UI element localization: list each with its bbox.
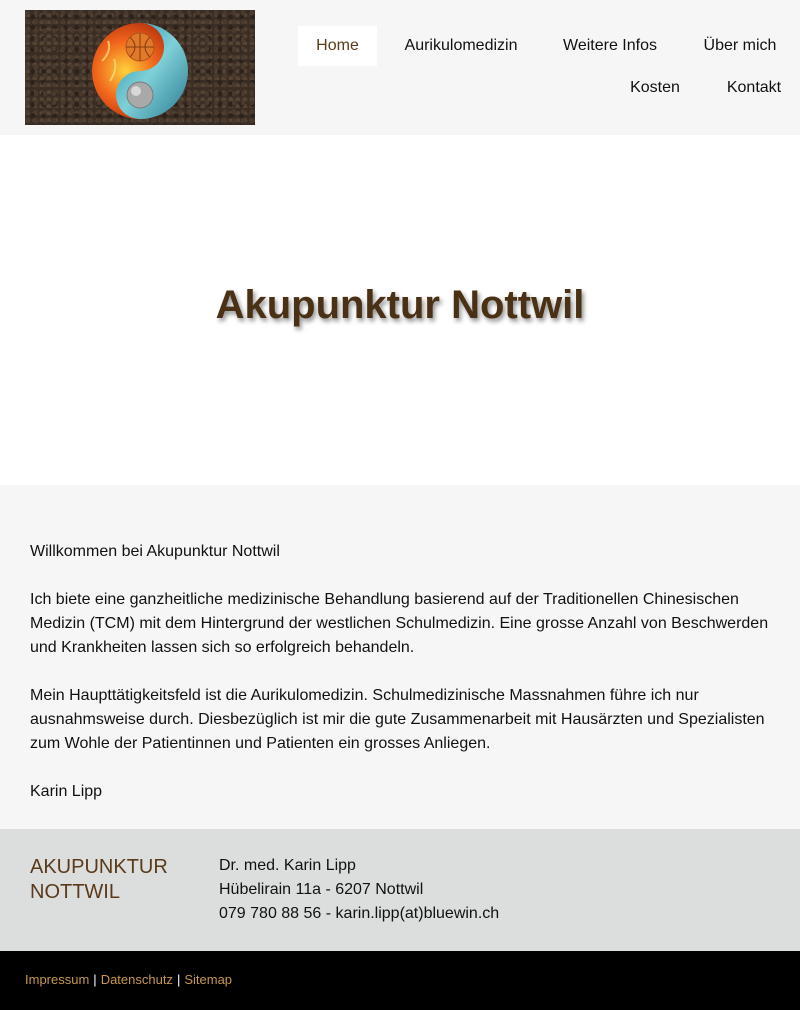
site-logo[interactable]: [25, 10, 255, 125]
footer-brand-line2: NOTTWIL: [30, 881, 120, 903]
hero-section: Akupunktur Nottwil: [0, 135, 800, 485]
site-header: Home Aurikulomedizin Weitere Infos Über …: [0, 0, 800, 135]
nav-item-ueber-mich[interactable]: Über mich: [692, 26, 788, 66]
footer-address: Dr. med. Karin Lipp Hübelirain 11a - 620…: [219, 854, 499, 926]
bottom-bar: Impressum | Datenschutz | Sitemap: [0, 951, 800, 1010]
yin-yang-fire-water-icon: [92, 23, 188, 119]
nav-item-home[interactable]: Home: [298, 26, 377, 66]
nav-item-aurikulomedizin[interactable]: Aurikulomedizin: [394, 26, 528, 66]
nav-item-kosten[interactable]: Kosten: [620, 68, 690, 108]
footer-street: Hübelirain 11a - 6207 Nottwil: [219, 881, 424, 898]
nav-item-kontakt[interactable]: Kontakt: [714, 68, 794, 108]
main-content: Willkommen bei Akupunktur Nottwil Ich bi…: [0, 485, 800, 829]
footer-brand: AKUPUNKTUR NOTTWIL: [30, 855, 190, 905]
link-separator: |: [93, 972, 97, 987]
welcome-text: Willkommen bei Akupunktur Nottwil: [30, 543, 280, 560]
intro-paragraph: Ich biete eine ganzheitliche medizinisch…: [30, 591, 769, 656]
datenschutz-link[interactable]: Datenschutz: [101, 972, 173, 987]
focus-paragraph: Mein Haupttätigkeitsfeld ist die Aurikul…: [30, 687, 765, 752]
nav-item-weitere-infos[interactable]: Weitere Infos: [554, 26, 666, 66]
footer-name: Dr. med. Karin Lipp: [219, 857, 356, 874]
signature: Karin Lipp: [30, 783, 103, 800]
site-footer: AKUPUNKTUR NOTTWIL Dr. med. Karin Lipp H…: [0, 829, 800, 951]
sitemap-link[interactable]: Sitemap: [184, 972, 232, 987]
link-separator: |: [176, 972, 181, 987]
footer-brand-line1: AKUPUNKTUR: [30, 856, 168, 878]
impressum-link[interactable]: Impressum: [25, 972, 89, 987]
hero-title: Akupunktur Nottwil: [215, 283, 585, 327]
footer-contact[interactable]: 079 780 88 56 - karin.lipp(at)bluewin.ch: [219, 902, 499, 926]
legal-links: Impressum | Datenschutz | Sitemap: [25, 972, 232, 987]
